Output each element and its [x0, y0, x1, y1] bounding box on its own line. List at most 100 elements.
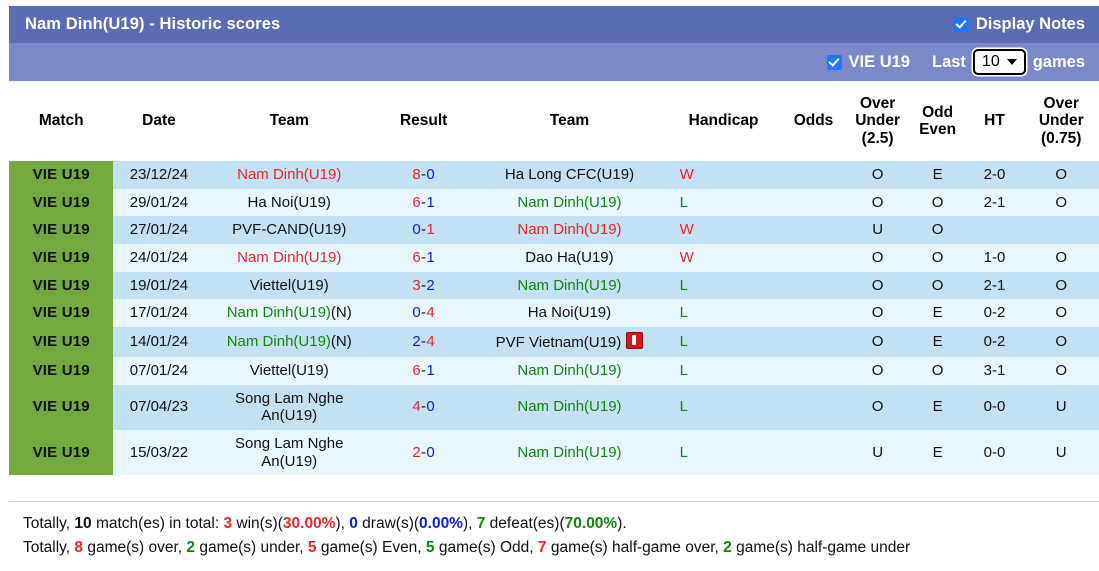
- home-team[interactable]: Song Lam Nghe An(U19): [204, 430, 374, 475]
- league-filter-checkbox[interactable]: [827, 55, 842, 70]
- home-team[interactable]: Nam Dinh(U19): [204, 161, 374, 189]
- col-header-over-under-075[interactable]: Over Under (0.75): [1023, 81, 1099, 161]
- odds-value: [781, 216, 845, 244]
- col-header-over-under-25[interactable]: Over Under (2.5): [846, 81, 910, 161]
- historic-scores-page: Nam Dinh(U19) - Historic scores Display …: [0, 0, 1099, 571]
- home-team[interactable]: Nam Dinh(U19)(N): [204, 327, 374, 357]
- display-notes-checkbox[interactable]: [954, 17, 969, 32]
- away-team[interactable]: Nam Dinh(U19): [473, 430, 665, 475]
- col-header-result[interactable]: Result: [374, 81, 473, 161]
- half-time-score: 0-0: [966, 385, 1024, 430]
- match-result[interactable]: 6-1: [374, 189, 473, 217]
- summary-wins: 3: [223, 515, 232, 532]
- away-team[interactable]: PVF Vietnam(U19): [473, 327, 665, 357]
- summary-text: game(s) half-game under: [732, 539, 910, 556]
- away-team[interactable]: Nam Dinh(U19): [473, 272, 665, 300]
- summary-text: Totally,: [23, 515, 74, 532]
- over-under-075-value: O: [1023, 189, 1099, 217]
- table-row[interactable]: VIE U1917/01/24Nam Dinh(U19)(N)0-4Ha Noi…: [9, 299, 1099, 327]
- odd-even-value: E: [910, 327, 966, 357]
- summary-text: game(s) over,: [83, 539, 186, 556]
- league-filter-control[interactable]: VIE U19: [827, 53, 910, 72]
- match-result[interactable]: 6-1: [374, 357, 473, 385]
- summary-text: Totally,: [23, 539, 74, 556]
- home-team[interactable]: Song Lam Nghe An(U19): [204, 385, 374, 430]
- match-date: 29/01/24: [113, 189, 204, 217]
- match-result[interactable]: 0-4: [374, 299, 473, 327]
- summary-win-pct: 30.00%: [283, 515, 336, 532]
- league-badge: VIE U19: [9, 385, 113, 430]
- over-under-075-value: O: [1023, 299, 1099, 327]
- summary-text: game(s) half-game over,: [547, 539, 724, 556]
- away-team[interactable]: Nam Dinh(U19): [473, 385, 665, 430]
- handicap-value: L: [680, 333, 688, 350]
- match-result[interactable]: 6-1: [374, 244, 473, 272]
- col-header-odds[interactable]: Odds: [781, 81, 845, 161]
- col-header-handicap[interactable]: Handicap: [666, 81, 782, 161]
- away-team-name: Ha Long CFC(U19): [505, 166, 634, 183]
- col-header-team-away[interactable]: Team: [473, 81, 665, 161]
- half-time-score: 2-0: [966, 161, 1024, 189]
- match-result[interactable]: 0-1: [374, 216, 473, 244]
- odd-even-value: O: [910, 189, 966, 217]
- table-row[interactable]: VIE U1915/03/22Song Lam Nghe An(U19)2-0N…: [9, 430, 1099, 475]
- table-row[interactable]: VIE U1927/01/24PVF-CAND(U19)0-1Nam Dinh(…: [9, 216, 1099, 244]
- match-result[interactable]: 2-0: [374, 430, 473, 475]
- match-result[interactable]: 2-4: [374, 327, 473, 357]
- handicap-value: L: [680, 194, 688, 211]
- over-under-25-value: O: [846, 161, 910, 189]
- half-time-score: 0-2: [966, 327, 1024, 357]
- home-team[interactable]: Ha Noi(U19): [204, 189, 374, 217]
- handicap-value: W: [680, 221, 694, 238]
- ou25-line1: Over: [860, 95, 895, 112]
- last-games-control[interactable]: Last 10 games: [932, 49, 1085, 75]
- col-header-ht[interactable]: HT: [966, 81, 1024, 161]
- table-row[interactable]: VIE U1907/01/24Viettel(U19)6-1Nam Dinh(U…: [9, 357, 1099, 385]
- table-row[interactable]: VIE U1923/12/24Nam Dinh(U19)8-0Ha Long C…: [9, 161, 1099, 189]
- odds-value: [781, 327, 845, 357]
- col-header-team-home[interactable]: Team: [204, 81, 374, 161]
- away-team[interactable]: Ha Noi(U19): [473, 299, 665, 327]
- filter-bar: VIE U19 Last 10 games: [9, 43, 1099, 81]
- ou25-line3: (2.5): [862, 130, 894, 147]
- home-team[interactable]: Viettel(U19): [204, 272, 374, 300]
- odds-value: [781, 244, 845, 272]
- away-team[interactable]: Dao Ha(U19): [473, 244, 665, 272]
- away-team[interactable]: Ha Long CFC(U19): [473, 161, 665, 189]
- display-notes-control[interactable]: Display Notes: [954, 15, 1085, 34]
- oddeven-line1: Odd: [922, 104, 953, 121]
- home-team[interactable]: Nam Dinh(U19)(N): [204, 299, 374, 327]
- match-result[interactable]: 4-0: [374, 385, 473, 430]
- away-team[interactable]: Nam Dinh(U19): [473, 216, 665, 244]
- away-team[interactable]: Nam Dinh(U19): [473, 189, 665, 217]
- match-result[interactable]: 3-2: [374, 272, 473, 300]
- match-result[interactable]: 8-0: [374, 161, 473, 189]
- title-bar: Nam Dinh(U19) - Historic scores Display …: [9, 6, 1099, 43]
- handicap-result: L: [666, 272, 782, 300]
- col-header-match[interactable]: Match: [9, 81, 113, 161]
- score-home: 2: [412, 444, 421, 461]
- table-row[interactable]: VIE U1924/01/24Nam Dinh(U19)6-1Dao Ha(U1…: [9, 244, 1099, 272]
- home-team[interactable]: PVF-CAND(U19): [204, 216, 374, 244]
- over-under-25-value: U: [846, 216, 910, 244]
- away-team-name: Nam Dinh(U19): [517, 444, 621, 461]
- over-under-25-value: O: [846, 244, 910, 272]
- table-row[interactable]: VIE U1919/01/24Viettel(U19)3-2Nam Dinh(U…: [9, 272, 1099, 300]
- half-time-score: 0-2: [966, 299, 1024, 327]
- table-row[interactable]: VIE U1914/01/24Nam Dinh(U19)(N)2-4PVF Vi…: [9, 327, 1099, 357]
- match-date: 07/01/24: [113, 357, 204, 385]
- home-team-name: PVF-CAND(U19): [232, 221, 346, 238]
- home-team-name: Nam Dinh(U19): [237, 166, 341, 183]
- table-row[interactable]: VIE U1929/01/24Ha Noi(U19)6-1Nam Dinh(U1…: [9, 189, 1099, 217]
- summary-text: defeat(es)(: [485, 515, 564, 532]
- col-header-odd-even[interactable]: Odd Even: [910, 81, 966, 161]
- col-header-date[interactable]: Date: [113, 81, 204, 161]
- games-count-select[interactable]: 10: [973, 49, 1026, 75]
- page-title: Nam Dinh(U19) - Historic scores: [25, 15, 280, 34]
- home-team[interactable]: Nam Dinh(U19): [204, 244, 374, 272]
- home-team[interactable]: Viettel(U19): [204, 357, 374, 385]
- handicap-value: W: [680, 249, 694, 266]
- half-time-score: 0-0: [966, 430, 1024, 475]
- away-team[interactable]: Nam Dinh(U19): [473, 357, 665, 385]
- table-row[interactable]: VIE U1907/04/23Song Lam Nghe An(U19)4-0N…: [9, 385, 1099, 430]
